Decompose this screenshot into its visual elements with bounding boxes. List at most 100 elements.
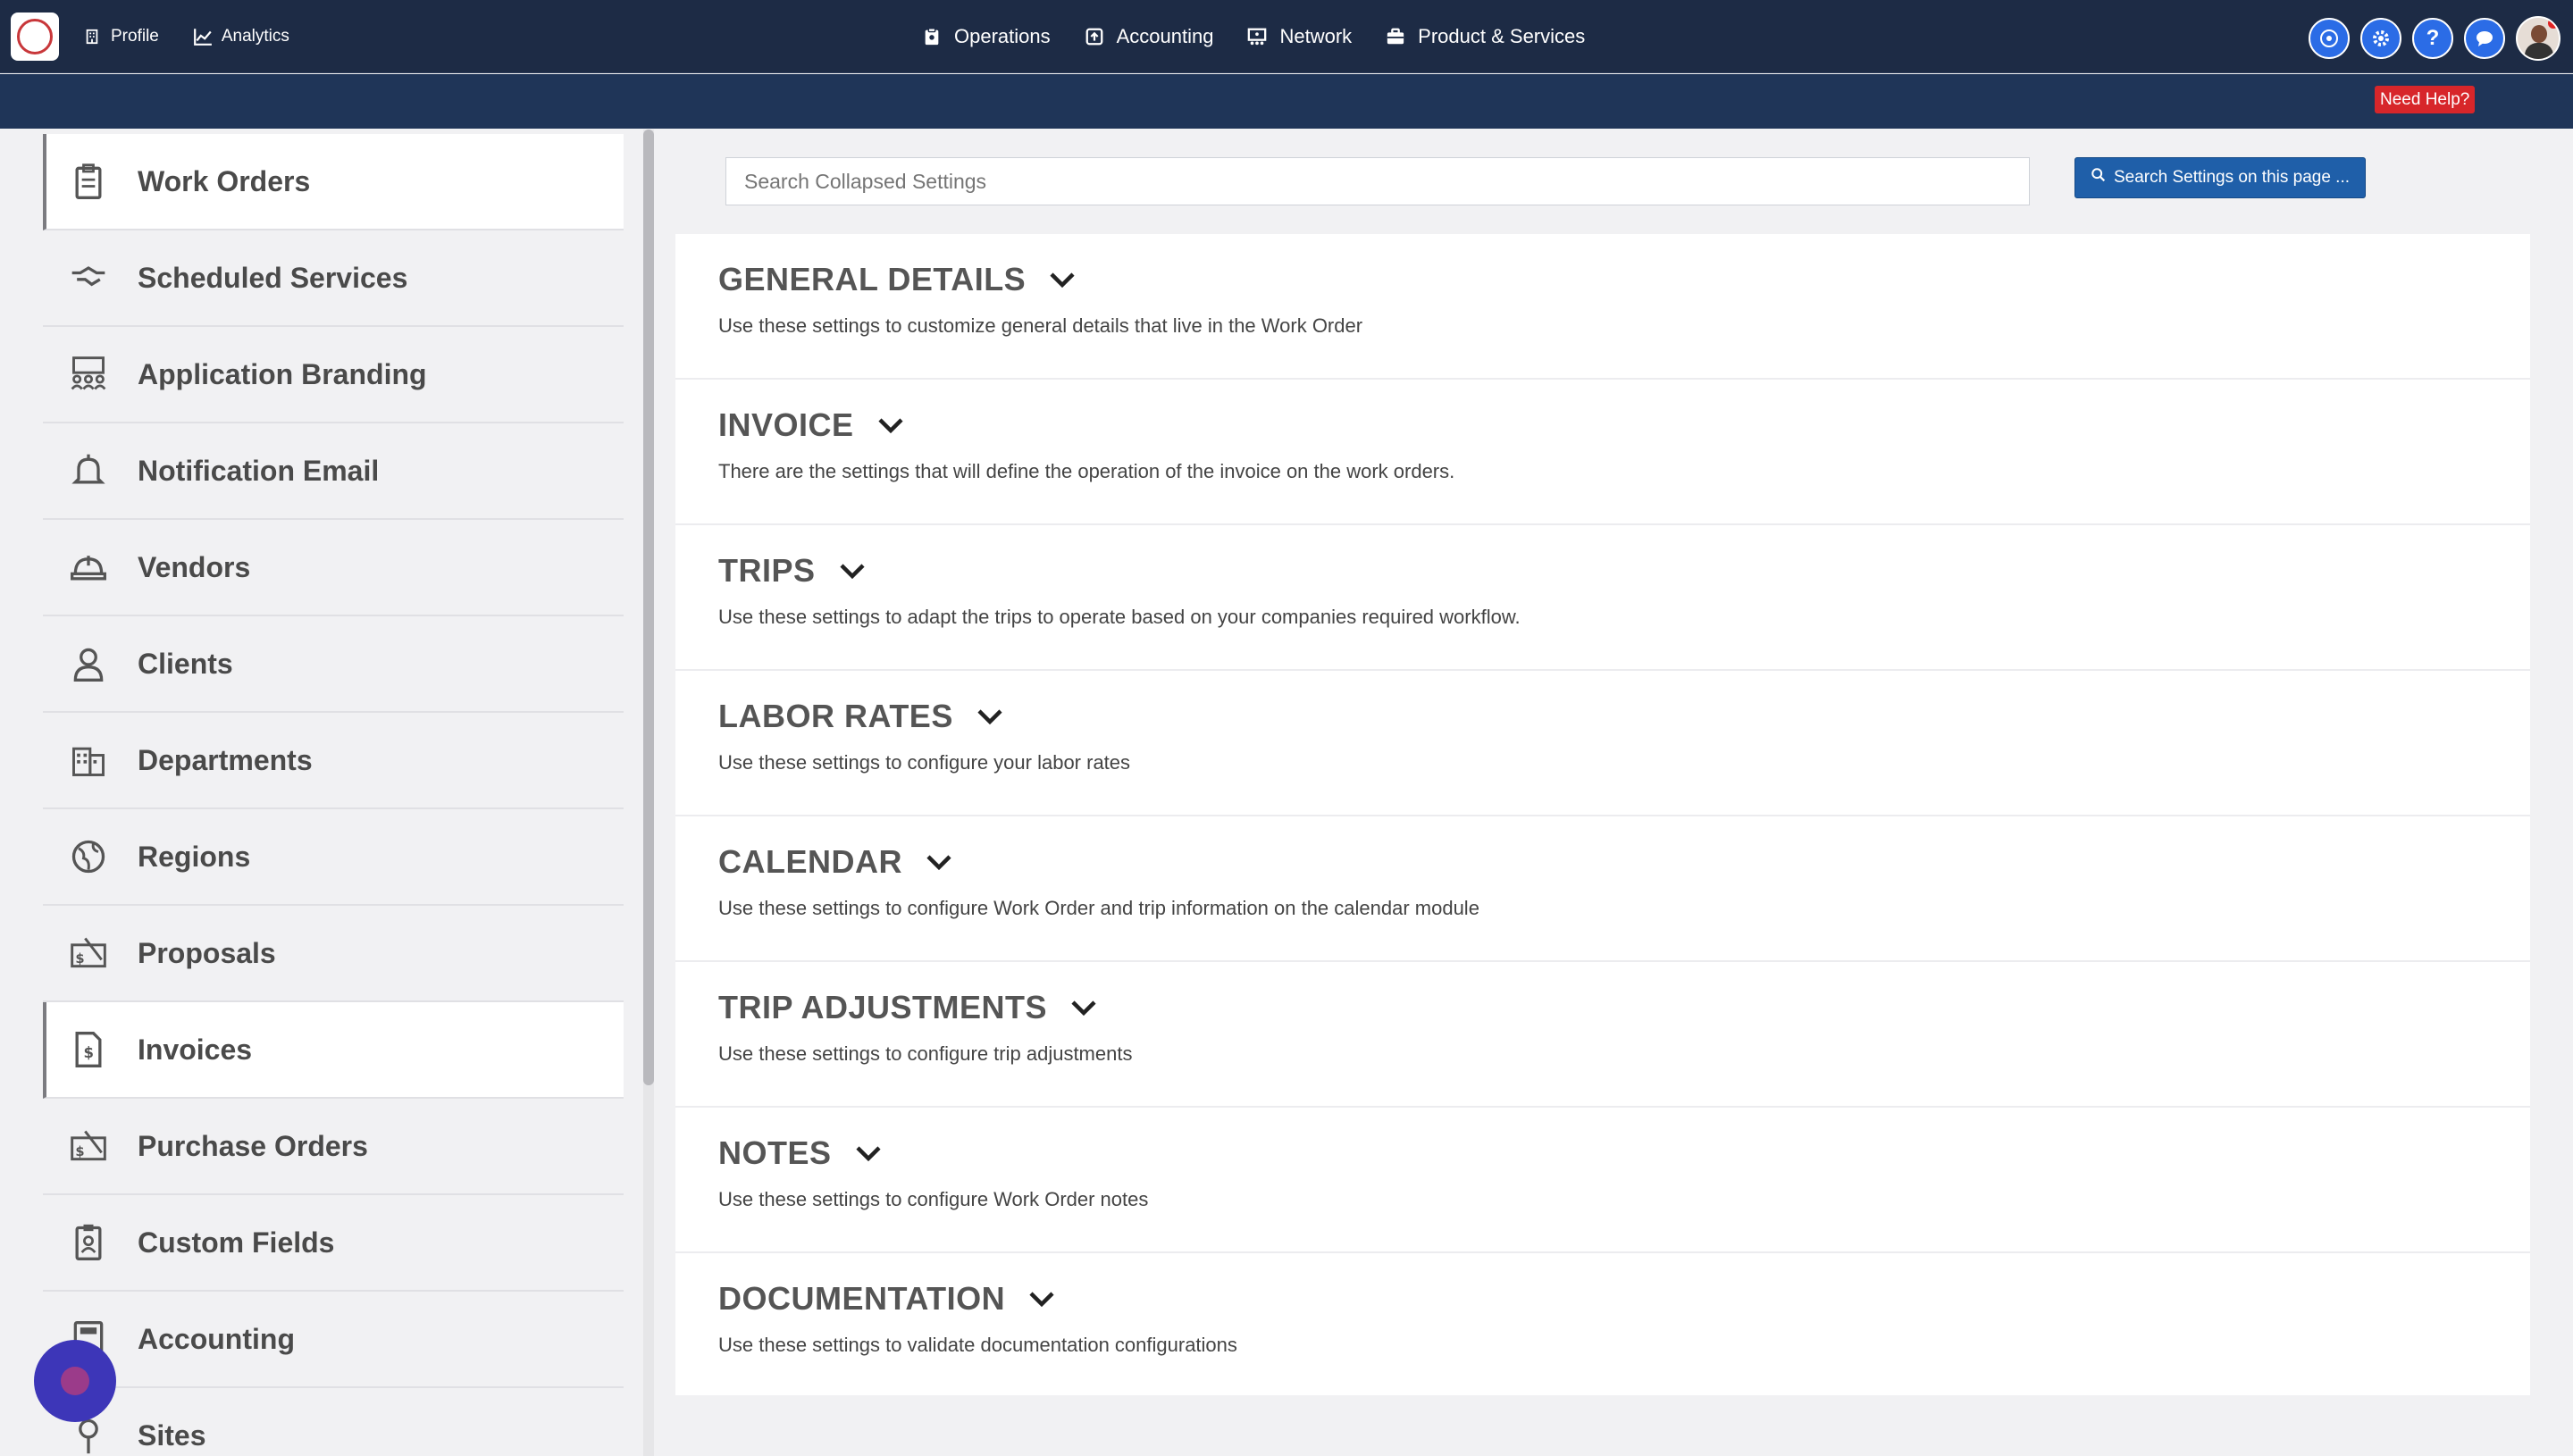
bell-icon bbox=[66, 450, 111, 491]
section-labor-rates[interactable]: LABOR RATES Use these settings to config… bbox=[675, 671, 2530, 816]
sidebar-item-vendors[interactable]: Vendors bbox=[43, 520, 624, 616]
nav-accounting[interactable]: Accounting bbox=[1085, 25, 1213, 48]
section-header[interactable]: NOTES bbox=[718, 1134, 882, 1172]
sidebar-item-proposals[interactable]: $ Proposals bbox=[43, 906, 624, 1002]
avatar[interactable] bbox=[2516, 16, 2560, 61]
chevron-down-icon[interactable] bbox=[1070, 999, 1097, 1017]
briefcase-icon bbox=[1386, 27, 1405, 46]
nav-analytics-label: Analytics bbox=[221, 27, 289, 46]
section-notes[interactable]: NOTES Use these settings to configure Wo… bbox=[675, 1108, 2530, 1253]
chevron-down-icon[interactable] bbox=[976, 707, 1003, 725]
section-header[interactable]: DOCUMENTATION bbox=[718, 1280, 1055, 1318]
help-icon[interactable]: ? bbox=[2412, 18, 2453, 59]
sidebar-item-work-orders[interactable]: Work Orders bbox=[43, 134, 624, 230]
section-header[interactable]: LABOR RATES bbox=[718, 698, 1003, 735]
user-icon bbox=[66, 643, 111, 684]
search-settings-label: Search Settings on this page ... bbox=[2113, 168, 2351, 187]
sidebar-item-label: Purchase Orders bbox=[138, 1129, 368, 1162]
nav-network[interactable]: Network bbox=[1247, 25, 1352, 48]
nav-operations-label: Operations bbox=[954, 25, 1051, 47]
chart-line-icon bbox=[193, 27, 213, 46]
chat-launcher-button[interactable] bbox=[34, 1340, 116, 1422]
accounting-icon bbox=[1085, 27, 1104, 46]
section-description: Use these settings to customize general … bbox=[718, 314, 1363, 337]
sidebar-item-label: Proposals bbox=[138, 936, 276, 969]
section-description: Use these settings to configure Work Ord… bbox=[718, 897, 1479, 919]
company-logo[interactable] bbox=[11, 13, 59, 61]
network-icon bbox=[1247, 27, 1267, 46]
section-description: Use these settings to configure trip adj… bbox=[718, 1042, 1133, 1065]
svg-text:$: $ bbox=[84, 1044, 94, 1061]
sidebar-scroll-thumb[interactable] bbox=[643, 130, 654, 1085]
chevron-down-icon[interactable] bbox=[839, 562, 866, 580]
settings-sidebar: Work Orders Scheduled Services Applicati… bbox=[43, 134, 624, 1456]
sidebar-item-notification-email[interactable]: Notification Email bbox=[43, 423, 624, 520]
chevron-down-icon[interactable] bbox=[855, 1144, 882, 1162]
section-title: TRIPS bbox=[718, 552, 816, 589]
sidebar-item-label: Custom Fields bbox=[138, 1226, 335, 1259]
chevron-down-icon[interactable] bbox=[1028, 1290, 1055, 1308]
notification-dot bbox=[2548, 18, 2559, 29]
sidebar-item-custom-fields[interactable]: Custom Fields bbox=[43, 1195, 624, 1292]
sidebar-item-label: Invoices bbox=[138, 1033, 253, 1066]
section-header[interactable]: TRIPS bbox=[718, 552, 866, 590]
sidebar-item-scheduled-services[interactable]: Scheduled Services bbox=[43, 230, 624, 327]
logo-mark bbox=[17, 19, 53, 54]
left-nav: Profile Analytics bbox=[82, 0, 289, 73]
right-nav: ? bbox=[2309, 16, 2560, 61]
sidebar-item-purchase-orders[interactable]: $ Purchase Orders bbox=[43, 1099, 624, 1195]
section-calendar[interactable]: CALENDAR Use these settings to configure… bbox=[675, 816, 2530, 962]
sidebar-item-invoices[interactable]: $ Invoices bbox=[43, 1002, 624, 1099]
section-general-details[interactable]: GENERAL DETAILS Use these settings to cu… bbox=[675, 234, 2530, 380]
chevron-down-icon[interactable] bbox=[926, 853, 952, 871]
section-documentation[interactable]: DOCUMENTATION Use these settings to vali… bbox=[675, 1253, 2530, 1399]
sidebar-item-departments[interactable]: Departments bbox=[43, 713, 624, 809]
clipboard-icon bbox=[922, 27, 942, 46]
search-collapsed-settings-input[interactable] bbox=[725, 157, 2030, 205]
section-header[interactable]: GENERAL DETAILS bbox=[718, 261, 1076, 298]
sidebar-item-regions[interactable]: Regions bbox=[43, 809, 624, 906]
sidebar-item-accounting[interactable]: Accounting bbox=[43, 1292, 624, 1388]
sidebar-item-clients[interactable]: Clients bbox=[43, 616, 624, 713]
section-header[interactable]: CALENDAR bbox=[718, 843, 952, 881]
sidebar-scrollbar[interactable] bbox=[643, 130, 654, 1456]
sidebar-item-label: Vendors bbox=[138, 550, 251, 583]
section-description: Use these settings to configure your lab… bbox=[718, 751, 1131, 774]
sidebar-item-sites[interactable]: Sites bbox=[43, 1388, 624, 1456]
svg-text:$: $ bbox=[75, 951, 84, 966]
proposal-icon: $ bbox=[66, 933, 111, 974]
id-badge-icon bbox=[66, 1222, 111, 1263]
search-settings-button[interactable]: Search Settings on this page ... bbox=[2074, 157, 2366, 198]
need-help-button[interactable]: Need Help? bbox=[2375, 86, 2476, 113]
search-icon bbox=[2091, 167, 2107, 188]
sidebar-item-label: Clients bbox=[138, 647, 233, 680]
section-description: Use these settings to validate documenta… bbox=[718, 1334, 1237, 1356]
section-trips[interactable]: TRIPS Use these settings to adapt the tr… bbox=[675, 525, 2530, 671]
users-board-icon bbox=[66, 354, 111, 395]
svg-text:$: $ bbox=[75, 1144, 84, 1159]
section-header[interactable]: TRIP ADJUSTMENTS bbox=[718, 989, 1097, 1026]
avatar-head bbox=[2531, 25, 2547, 43]
invoice-icon: $ bbox=[66, 1029, 111, 1070]
section-title: CALENDAR bbox=[718, 843, 902, 880]
section-invoice[interactable]: INVOICE There are the settings that will… bbox=[675, 380, 2530, 525]
section-trip-adjustments[interactable]: TRIP ADJUSTMENTS Use these settings to c… bbox=[675, 962, 2530, 1108]
sidebar-item-application-branding[interactable]: Application Branding bbox=[43, 327, 624, 423]
top-navbar: Profile Analytics Operations Accounting bbox=[0, 0, 2573, 73]
chevron-down-icon[interactable] bbox=[1049, 271, 1076, 289]
chevron-down-icon[interactable] bbox=[877, 416, 904, 434]
section-title: INVOICE bbox=[718, 406, 854, 443]
nav-analytics[interactable]: Analytics bbox=[193, 27, 289, 46]
nav-products-services[interactable]: Product & Services bbox=[1386, 25, 1585, 48]
chat-icon[interactable] bbox=[2464, 18, 2505, 59]
compass-icon[interactable] bbox=[2309, 18, 2350, 59]
section-description: Use these settings to configure Work Ord… bbox=[718, 1188, 1149, 1210]
globe-icon bbox=[66, 836, 111, 877]
nav-operations[interactable]: Operations bbox=[922, 25, 1051, 48]
gear-icon[interactable] bbox=[2360, 18, 2401, 59]
sidebar-item-label: Notification Email bbox=[138, 454, 380, 487]
nav-profile[interactable]: Profile bbox=[82, 27, 159, 46]
sidebar-item-label: Departments bbox=[138, 743, 313, 776]
section-title: DOCUMENTATION bbox=[718, 1280, 1006, 1317]
section-header[interactable]: INVOICE bbox=[718, 406, 904, 444]
